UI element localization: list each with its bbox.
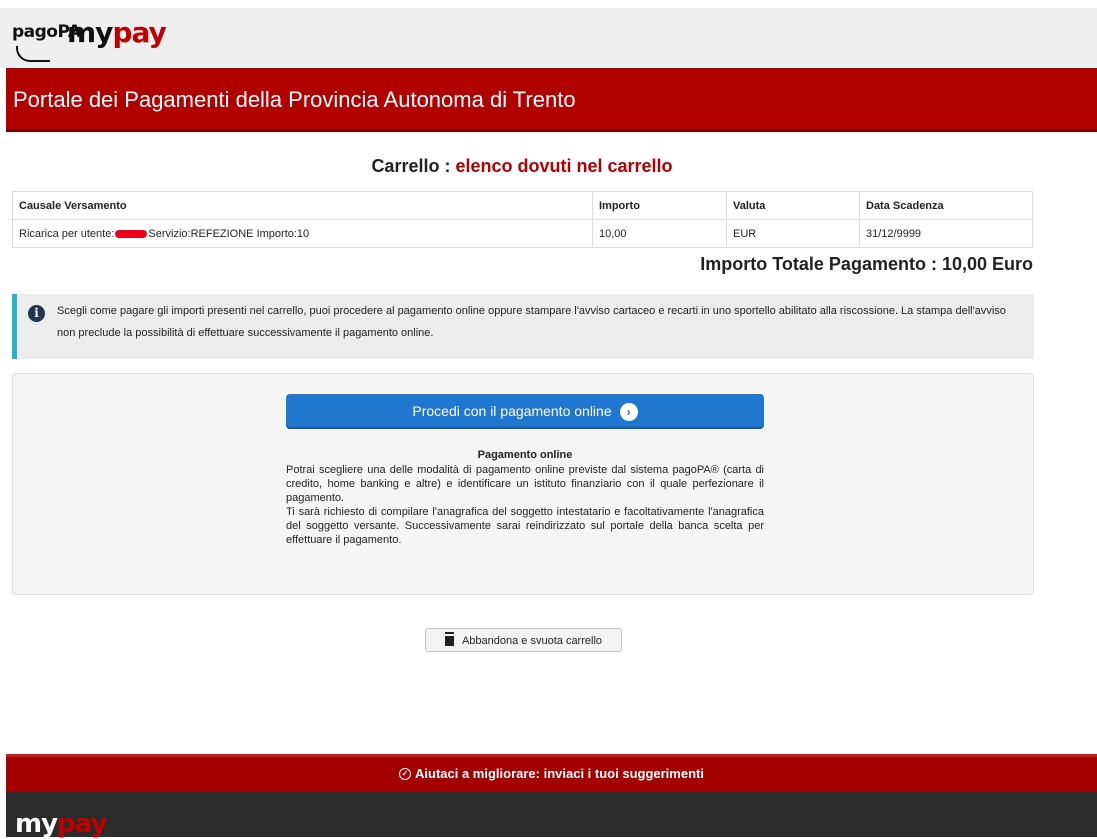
table-row: Ricarica per utente: Servizio:REFEZIONE I… — [12, 219, 1033, 248]
footer-logo-my: my — [15, 809, 58, 839]
abandon-cart-label: Abbandona e svuota carrello — [461, 635, 603, 647]
cell-scadenza: 31/12/9999 — [859, 219, 1033, 248]
causale-suffix: Servizio:REFEZIONE Importo:10 — [148, 227, 310, 240]
feedback-link[interactable]: Aiutaci a migliorare: inviaci i tuoi sug… — [415, 766, 704, 781]
abandon-cart-button[interactable]: Abbandona e svuota carrello — [425, 628, 622, 652]
cart-title-prefix: Carrello : — [371, 156, 456, 176]
pay-online-button[interactable]: Procedi con il pagamento online › — [286, 394, 764, 429]
trash-icon — [444, 634, 454, 647]
payment-panel: Procedi con il pagamento online › Pagamen… — [12, 373, 1034, 595]
mypay-logo: mypay — [67, 16, 167, 49]
portal-banner: Portale dei Pagamenti della Provincia Au… — [6, 68, 1097, 132]
cart-title-accent: elenco dovuti nel carrello — [455, 156, 673, 176]
payment-description: Potrai scegliere una delle modalità di p… — [286, 463, 764, 547]
column-header-importo: Importo — [592, 191, 727, 220]
column-header-causale: Causale Versamento — [12, 191, 593, 220]
cart-title: Carrello : elenco dovuti nel carrello — [0, 156, 1044, 177]
payment-description-2: Ti sarà richiesto di compilare l'anagraf… — [286, 506, 764, 546]
check-circle-icon: ✓ — [399, 767, 412, 780]
cart-table: Causale Versamento Importo Valuta Data S… — [12, 191, 1033, 248]
info-text: Scegli come pagare gli importi presenti … — [57, 305, 1006, 339]
causale-prefix: Ricarica per utente: — [19, 227, 115, 240]
chevron-right-circle-icon: › — [619, 403, 638, 422]
pay-online-button-label: Procedi con il pagamento online — [412, 403, 612, 419]
footer: mypay — [6, 792, 1097, 839]
redacted-username — [115, 229, 148, 238]
column-header-scadenza: Data Scadenza — [859, 191, 1033, 220]
portal-title: Portale dei Pagamenti della Provincia Au… — [13, 87, 576, 112]
column-header-valuta: Valuta — [726, 191, 860, 220]
total-amount: Importo Totale Pagamento : 10,00 Euro — [700, 254, 1033, 274]
footer-logo-pay: pay — [57, 809, 107, 839]
pagopa-swoosh-icon — [16, 46, 50, 62]
cell-valuta: EUR — [726, 219, 860, 248]
mypay-logo-my: my — [67, 16, 113, 49]
mypay-logo-pay: pay — [112, 16, 166, 49]
info-alert: i Scegli come pagare gli importi present… — [12, 294, 1034, 359]
cell-causale: Ricarica per utente: Servizio:REFEZIONE I… — [12, 219, 593, 248]
footer-mypay-logo: mypay — [15, 809, 107, 839]
feedback-bar[interactable]: ✓ Aiutaci a migliorare: inviaci i tuoi su… — [6, 754, 1097, 792]
top-header: pagoPA mypay — [0, 8, 1097, 68]
cell-importo: 10,00 — [592, 219, 727, 248]
table-header-row: Causale Versamento Importo Valuta Data S… — [12, 191, 1033, 220]
payment-description-1: Potrai scegliere una delle modalità di p… — [286, 464, 764, 504]
info-icon: i — [28, 305, 45, 322]
payment-heading: Pagamento online — [477, 449, 573, 461]
